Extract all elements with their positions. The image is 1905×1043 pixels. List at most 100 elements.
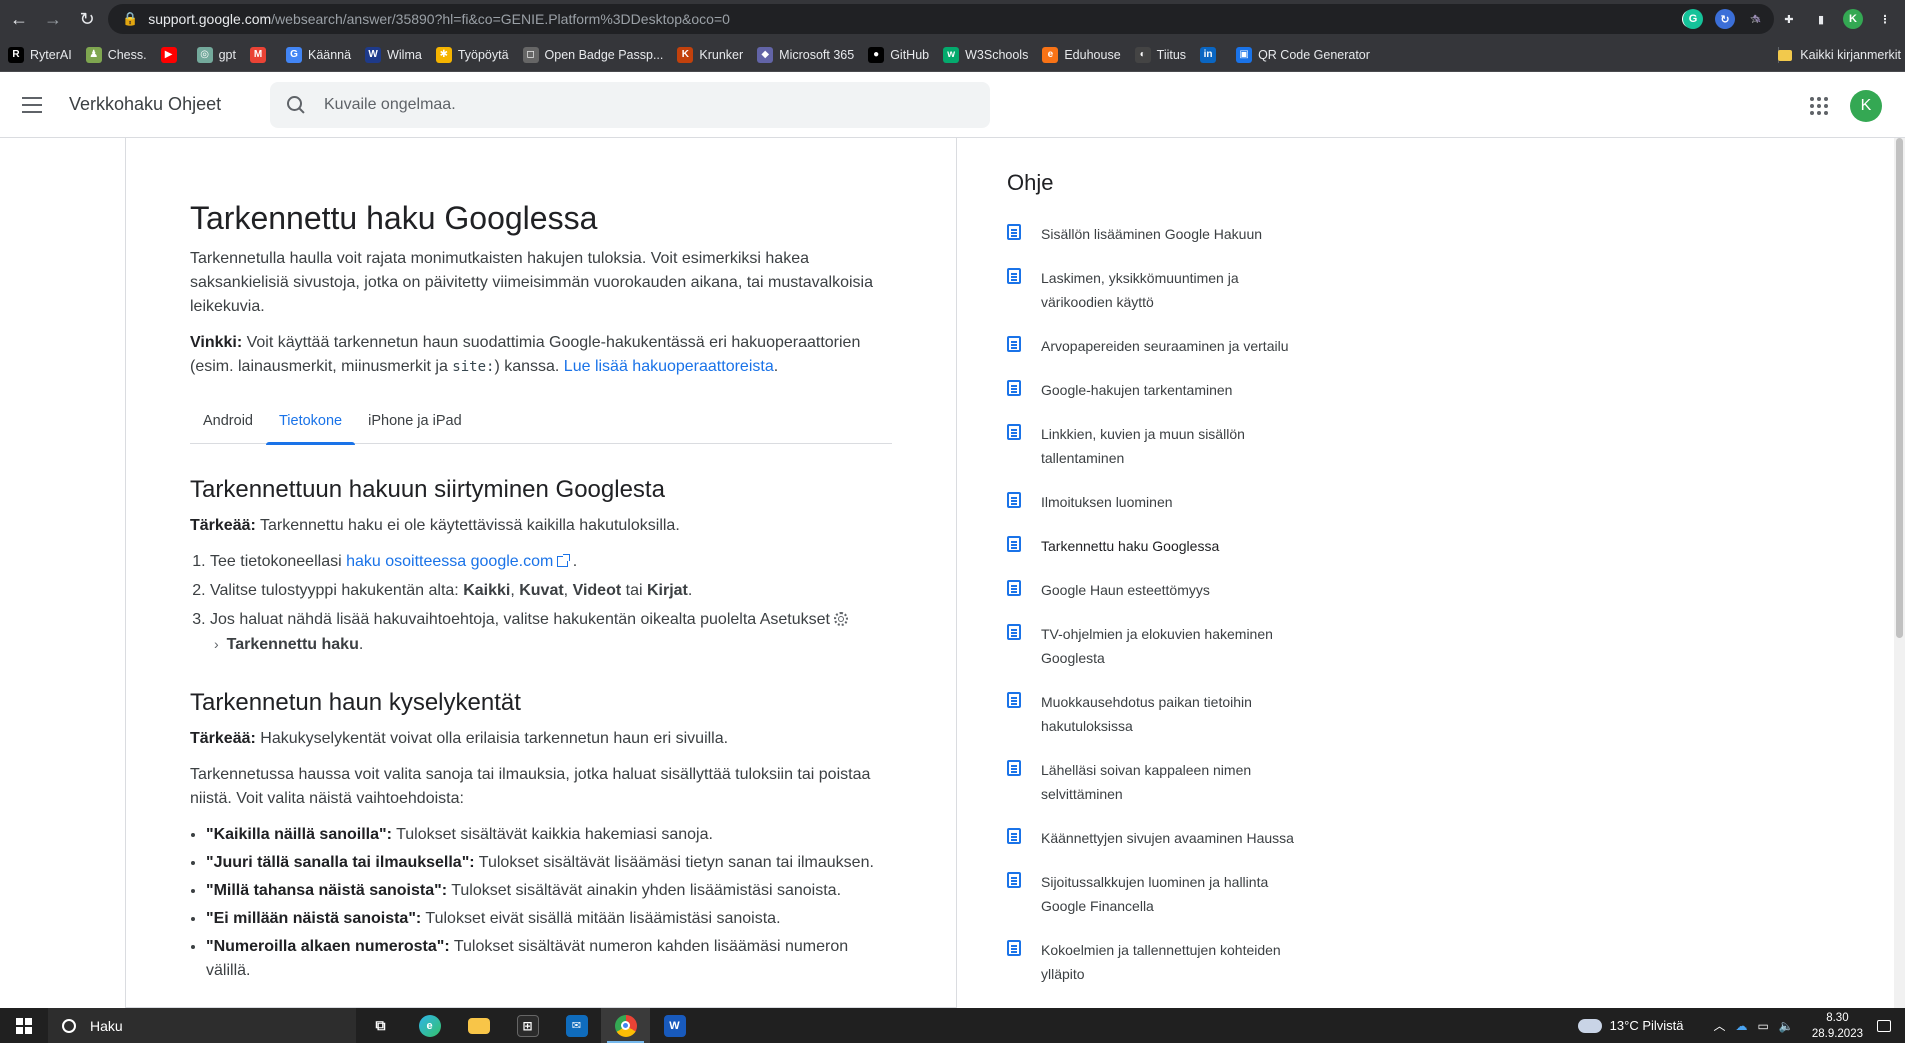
bookmark-item[interactable]: K Krunker: [677, 46, 743, 63]
help-center-title[interactable]: Verkkohaku Ohjeet: [69, 94, 221, 115]
sidebar-item-label[interactable]: Sijoitussalkkujen luominen ja hallinta G…: [1041, 870, 1301, 918]
bookmarks-bar: R RyterAI ♟ Chess. ▶ ◎ gpt M G Käännä W Wilma ✱ Työpö…: [0, 38, 1905, 72]
google-apps-icon[interactable]: [1810, 97, 1828, 115]
bookmark-item[interactable]: R RyterAI: [8, 46, 72, 63]
taskbar-search-label: Haku: [90, 1017, 123, 1034]
sidebar-item[interactable]: Kokoelmien ja tallennettujen kohteiden y…: [1007, 938, 1307, 986]
sidebar-item-label[interactable]: Kokoelmien ja tallennettujen kohteiden y…: [1041, 938, 1301, 986]
sidebar-item[interactable]: Muokkausehdotus paikan tietoihin hakutul…: [1007, 690, 1307, 738]
bookmark-item[interactable]: ✱ Työpöytä: [435, 46, 509, 63]
sidebar-item-label[interactable]: Laskimen, yksikkömuuntimen ja värikoodie…: [1041, 266, 1301, 314]
bookmark-favicon-icon: ▣: [1236, 46, 1253, 63]
sidebar-item-label[interactable]: Tarkennettu haku Googlessa: [1041, 534, 1301, 558]
extension-blue-icon[interactable]: ↻: [1715, 9, 1735, 29]
edge-icon[interactable]: e: [405, 1008, 454, 1043]
settings-gear-icon: [833, 612, 848, 626]
tab-android[interactable]: Android: [190, 397, 266, 444]
lock-icon[interactable]: 🔒: [122, 11, 138, 27]
task-view-icon[interactable]: ⧉: [356, 1008, 405, 1043]
bookmark-item[interactable]: ▣ QR Code Generator: [1236, 46, 1370, 63]
clock[interactable]: 8.30 28.9.2023: [1812, 1010, 1863, 1042]
google-com-link[interactable]: haku osoitteessa google.com: [346, 553, 553, 570]
profile-avatar[interactable]: K: [1843, 9, 1863, 29]
sidebar-item-label[interactable]: Ilmoituksen luominen: [1041, 490, 1301, 514]
bookmark-favicon-icon: ◻: [522, 46, 539, 63]
sidebar-item[interactable]: Arvopapereiden seuraaminen ja vertailu: [1007, 334, 1307, 358]
bookmark-item[interactable]: W Wilma: [365, 46, 422, 63]
sidebar-item-label[interactable]: Arvopapereiden seuraaminen ja vertailu: [1041, 334, 1301, 358]
forward-icon[interactable]: →: [38, 4, 68, 34]
bookmark-item[interactable]: in: [1200, 46, 1222, 63]
sidebar-item[interactable]: Käännettyjen sivujen avaaminen Haussa: [1007, 826, 1307, 850]
notifications-icon[interactable]: [1877, 1019, 1891, 1032]
bookmark-item[interactable]: ▶: [160, 46, 183, 63]
bookmark-item[interactable]: ◎ gpt: [196, 46, 236, 63]
chrome-icon[interactable]: [601, 1008, 650, 1043]
sidebar-item-label[interactable]: Sisällön lisääminen Google Hakuun: [1041, 222, 1301, 246]
sidebar-item[interactable]: Linkkien, kuvien ja muun sisällön tallen…: [1007, 422, 1307, 470]
back-icon[interactable]: ←: [4, 4, 34, 34]
tab-iphone-ipad[interactable]: iPhone ja iPad: [355, 397, 475, 444]
sidebar-item[interactable]: Sisällön lisääminen Google Hakuun: [1007, 222, 1307, 246]
bookmark-item[interactable]: ◆ Microsoft 365: [757, 46, 854, 63]
bookmark-item[interactable]: ◐ Tiitus: [1134, 46, 1186, 63]
sidebar-item-label[interactable]: Linkkien, kuvien ja muun sisällön tallen…: [1041, 422, 1301, 470]
section-heading-fields: Tarkennetun haun kyselykentät: [190, 689, 521, 716]
sidebar-item[interactable]: TV-ohjelmien ja elokuvien hakeminen Goog…: [1007, 622, 1307, 670]
sidebar-item[interactable]: Google Haun esteettömyys: [1007, 578, 1307, 602]
help-search[interactable]: [270, 82, 990, 128]
network-icon[interactable]: ▭: [1758, 1019, 1769, 1033]
page-scrollbar[interactable]: [1894, 138, 1905, 1008]
sidebar-item[interactable]: Ilmoituksen luominen: [1007, 490, 1307, 514]
side-panel-icon[interactable]: ▮: [1811, 9, 1831, 29]
bookmark-item[interactable]: ● GitHub: [868, 46, 929, 63]
onedrive-icon[interactable]: ☁: [1736, 1019, 1748, 1033]
scroll-thumb[interactable]: [1896, 138, 1903, 638]
sidebar-item-label[interactable]: Lähelläsi soivan kappaleen nimen selvitt…: [1041, 758, 1301, 806]
reload-icon[interactable]: ↻: [72, 4, 102, 34]
bookmark-item[interactable]: ♟ Chess.: [85, 46, 147, 63]
hamburger-menu-icon[interactable]: [20, 93, 44, 117]
sidebar-item-label[interactable]: Muokkausehdotus paikan tietoihin hakutul…: [1041, 690, 1301, 738]
sidebar-item[interactable]: Google-hakujen tarkentaminen: [1007, 378, 1307, 402]
bookmark-item[interactable]: G Käännä: [285, 46, 351, 63]
volume-icon[interactable]: 🔈: [1779, 1019, 1794, 1033]
grammarly-icon[interactable]: G: [1683, 9, 1703, 29]
option-text: Tulokset sisältävät ainakin yhden lisääm…: [447, 882, 842, 899]
taskbar-search[interactable]: Haku: [48, 1008, 356, 1043]
help-sidebar: Ohje Sisällön lisääminen Google Hakuun La…: [1007, 170, 1307, 1006]
weather-widget[interactable]: 13°C Pilvistä: [1577, 1018, 1684, 1033]
bookmark-item[interactable]: M: [249, 46, 272, 63]
extension-purple-icon[interactable]: ✎: [1747, 9, 1767, 29]
sidebar-item-label[interactable]: Google-hakujen tarkentaminen: [1041, 378, 1301, 402]
address-bar[interactable]: 🔒 support.google.com /websearch/answer/3…: [108, 4, 1774, 34]
search-icon: [286, 95, 306, 115]
all-bookmarks[interactable]: Kaikki kirjanmerkit: [1778, 38, 1901, 72]
account-avatar[interactable]: K: [1850, 90, 1882, 122]
bookmark-item[interactable]: e Eduhouse: [1042, 46, 1121, 63]
bookmark-label: W3Schools: [965, 47, 1029, 62]
tab-desktop[interactable]: Tietokone: [265, 397, 356, 445]
sidebar-item[interactable]: Lähelläsi soivan kappaleen nimen selvitt…: [1007, 758, 1307, 806]
query-options-list: "Kaikilla näillä sanoilla": Tulokset sis…: [190, 823, 892, 983]
platform-tabs: Android Tietokone iPhone ja iPad: [190, 397, 892, 445]
sidebar-item-label[interactable]: Google Haun esteettömyys: [1041, 578, 1301, 602]
sidebar-item[interactable]: Sijoitussalkkujen luominen ja hallinta G…: [1007, 870, 1307, 918]
sidebar-item-label[interactable]: Käännettyjen sivujen avaaminen Haussa: [1041, 826, 1301, 850]
sidebar-item[interactable]: Laskimen, yksikkömuuntimen ja värikoodie…: [1007, 266, 1307, 314]
windows-start-icon[interactable]: [0, 1008, 48, 1043]
browser-menu-icon[interactable]: ⋮: [1875, 9, 1895, 29]
sidebar-item[interactable]: Tarkennettu haku Googlessa: [1007, 534, 1307, 558]
search-operators-link[interactable]: Lue lisää hakuoperaattoreista: [564, 358, 774, 375]
file-explorer-icon[interactable]: [454, 1008, 503, 1043]
chevron-up-icon[interactable]: ︿: [1714, 1017, 1726, 1034]
word-icon[interactable]: W: [650, 1008, 699, 1043]
extensions-puzzle-icon[interactable]: ✚: [1779, 9, 1799, 29]
help-search-input[interactable]: [324, 96, 944, 114]
mail-icon[interactable]: ✉: [552, 1008, 601, 1043]
sidebar-item-label[interactable]: TV-ohjelmien ja elokuvien hakeminen Goog…: [1041, 622, 1301, 670]
store-icon[interactable]: ⊞: [503, 1008, 552, 1043]
query-option: "Juuri tällä sanalla tai ilmauksella": T…: [206, 851, 892, 875]
bookmark-item[interactable]: w W3Schools: [943, 46, 1029, 63]
bookmark-item[interactable]: ◻ Open Badge Passp...: [522, 46, 663, 63]
